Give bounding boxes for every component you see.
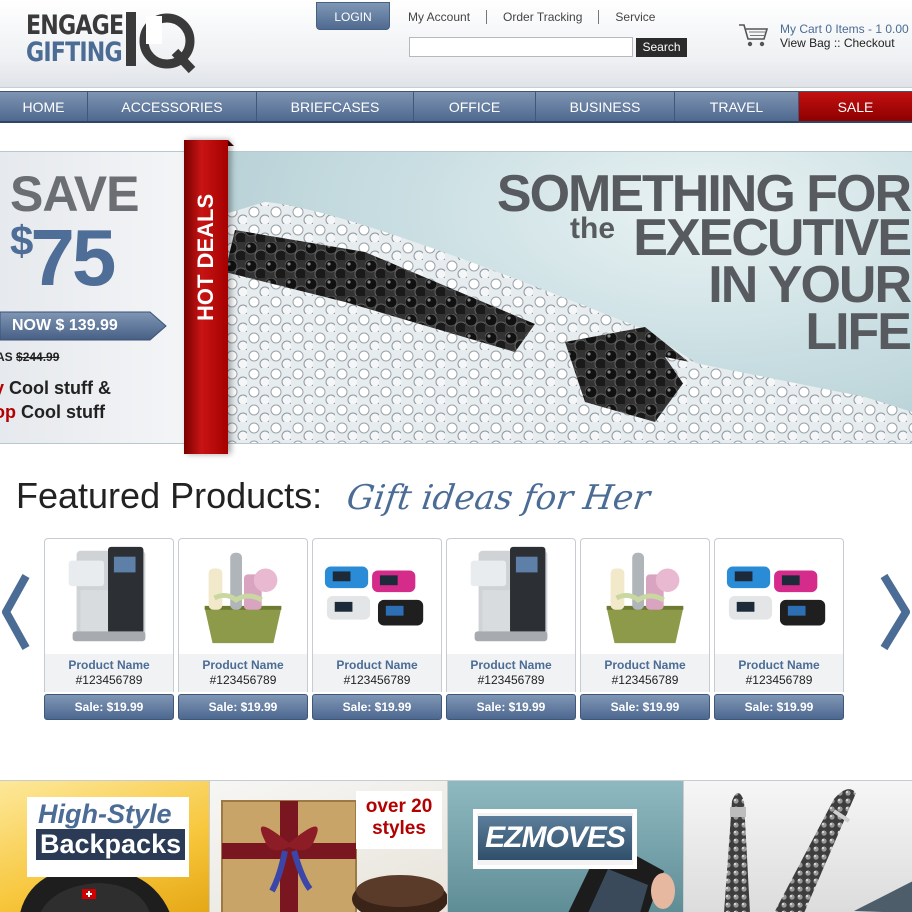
my-account-link[interactable]: My Account	[392, 10, 488, 24]
product-image-frame[interactable]	[44, 538, 174, 654]
hot-deals-label: HOT DEALS	[193, 194, 219, 321]
product-image[interactable]	[715, 539, 843, 653]
hero-headline-4: LIFE	[805, 303, 912, 361]
view-bag-link[interactable]: View Bag	[780, 36, 830, 50]
now-price: NOW $ 139.99	[12, 317, 118, 334]
was-price: AS $244.99	[0, 350, 60, 364]
carousel-prev-icon[interactable]	[0, 572, 30, 652]
product-card[interactable]: Product Name #123456789 Sale: $19.99	[714, 538, 844, 720]
product-name[interactable]: Product Name	[179, 658, 307, 672]
cart-summary[interactable]: My Cart 0 Items - 1 0.00	[780, 22, 909, 36]
promo-strip: High-Style Backpacks over 20 styles EZMOV…	[0, 780, 912, 912]
product-info: Product Name #123456789	[580, 654, 710, 692]
product-sku: #123456789	[611, 673, 679, 687]
product-image[interactable]	[313, 539, 441, 653]
ezmoves-logo: EZMOVES	[478, 816, 632, 860]
promo-gift-boxes[interactable]: over 20 styles	[209, 781, 447, 912]
product-sku: #123456789	[745, 673, 813, 687]
logo-word-gifting: GIFTING	[26, 37, 123, 68]
product-sku: #123456789	[343, 673, 411, 687]
product-info: Product Name #123456789	[312, 654, 442, 692]
nav-accessories[interactable]: ACCESSORIES	[88, 92, 257, 121]
featured-subtitle: Gift ideas for Her	[344, 478, 653, 518]
order-tracking-link[interactable]: Order Tracking	[487, 10, 600, 24]
search-button[interactable]: Search	[636, 38, 687, 57]
site-logo[interactable]: ENGAGE GIFTING	[26, 10, 198, 74]
product-info: Product Name #123456789	[178, 654, 308, 692]
promo-crystal-pens[interactable]	[683, 781, 912, 912]
carousel-next-icon[interactable]	[878, 572, 912, 652]
crystal-pens-image	[724, 789, 912, 912]
nav-briefcases[interactable]: BRIEFCASES	[257, 92, 414, 121]
product-card[interactable]: Product Name #123456789 Sale: $19.99	[44, 538, 174, 720]
product-image-frame[interactable]	[178, 538, 308, 654]
main-navigation: HOME ACCESSORIES BRIEFCASES OFFICE BUSIN…	[0, 91, 912, 123]
nav-home[interactable]: HOME	[0, 92, 88, 121]
product-image-frame[interactable]	[714, 538, 844, 654]
styles-label: over 20 styles	[365, 796, 433, 839]
backpacks-title-1: High-Style	[38, 799, 172, 829]
product-sale-button[interactable]: Sale: $19.99	[714, 694, 844, 720]
logo-iq-mark	[126, 12, 196, 74]
hero-banner[interactable]: SAVE $75 NOW $ 139.99 AS $244.99 y Cool …	[0, 151, 912, 444]
product-sale-button[interactable]: Sale: $19.99	[178, 694, 308, 720]
promo-line-2: op Cool stuff	[0, 402, 105, 422]
product-name[interactable]: Product Name	[313, 658, 441, 672]
product-info: Product Name #123456789	[714, 654, 844, 692]
checkout-link[interactable]: Checkout	[844, 36, 895, 50]
product-name[interactable]: Product Name	[45, 658, 173, 672]
product-sale-button[interactable]: Sale: $19.99	[446, 694, 576, 720]
product-name[interactable]: Product Name	[581, 658, 709, 672]
product-card[interactable]: Product Name #123456789 Sale: $19.99	[580, 538, 710, 720]
product-sku: #123456789	[75, 673, 143, 687]
featured-title: Featured Products:	[16, 475, 323, 516]
hero-headline-the: the	[570, 212, 615, 245]
product-sku: #123456789	[209, 673, 277, 687]
product-info: Product Name #123456789	[446, 654, 576, 692]
product-sale-button[interactable]: Sale: $19.99	[312, 694, 442, 720]
search-input[interactable]	[409, 37, 633, 57]
product-name[interactable]: Product Name	[715, 658, 843, 672]
product-card[interactable]: Product Name #123456789 Sale: $19.99	[446, 538, 576, 720]
nav-travel[interactable]: TRAVEL	[675, 92, 799, 121]
product-image-frame[interactable]	[312, 538, 442, 654]
product-sale-button[interactable]: Sale: $19.99	[44, 694, 174, 720]
promo-ezmoves[interactable]: EZMOVES	[447, 781, 683, 912]
product-image-frame[interactable]	[446, 538, 576, 654]
product-image[interactable]	[179, 539, 307, 653]
save-amount: $75	[10, 213, 116, 302]
product-sku: #123456789	[477, 673, 545, 687]
backpacks-title-2: Backpacks	[36, 829, 186, 860]
nav-sale[interactable]: SALE	[799, 92, 912, 121]
product-info: Product Name #123456789	[44, 654, 174, 692]
product-sale-button[interactable]: Sale: $19.99	[580, 694, 710, 720]
product-name[interactable]: Product Name	[447, 658, 575, 672]
site-header: ENGAGE GIFTING LOGIN My Account Order Tr…	[0, 0, 912, 88]
login-button[interactable]: LOGIN	[316, 2, 390, 30]
product-image[interactable]	[45, 539, 173, 653]
nav-business[interactable]: BUSINESS	[536, 92, 675, 121]
nav-office[interactable]: OFFICE	[414, 92, 536, 121]
product-card[interactable]: Product Name #123456789 Sale: $19.99	[312, 538, 442, 720]
account-links: My Account Order Tracking Service	[392, 10, 671, 26]
promo-backpacks[interactable]: High-Style Backpacks	[0, 781, 209, 912]
cart-links: View Bag :: Checkout	[780, 36, 895, 50]
cart-link-separator: ::	[833, 36, 841, 50]
promo-line-1: y Cool stuff &	[0, 378, 111, 398]
product-card[interactable]: Product Name #123456789 Sale: $19.99	[178, 538, 308, 720]
product-image[interactable]	[447, 539, 575, 653]
product-image[interactable]	[581, 539, 709, 653]
service-link[interactable]: Service	[599, 10, 671, 24]
deal-panel: SAVE $75 NOW $ 139.99 AS $244.99 y Cool …	[0, 152, 190, 443]
shopping-cart-icon[interactable]	[738, 22, 770, 48]
product-image-frame[interactable]	[580, 538, 710, 654]
hero-image: SOMETHING FOR the EXECUTIVE IN YOUR LIFE	[225, 152, 912, 443]
